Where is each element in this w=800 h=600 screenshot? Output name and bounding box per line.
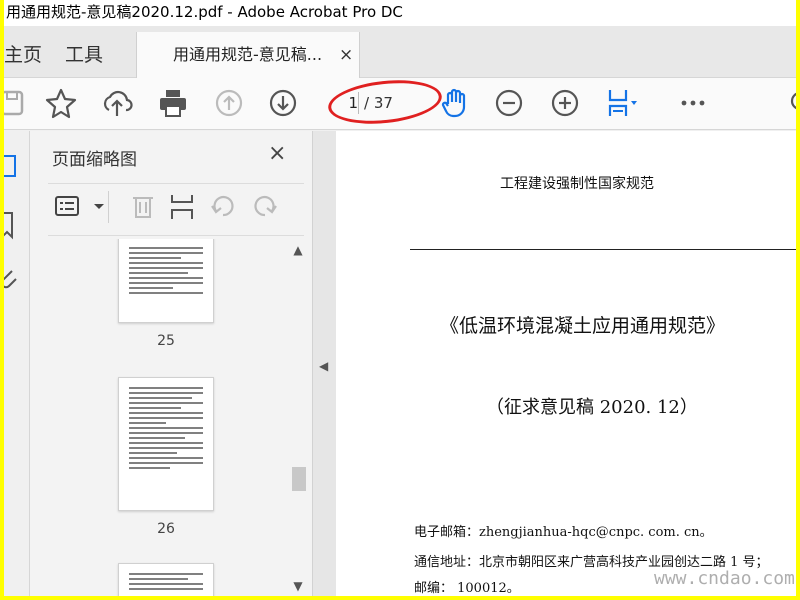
page-thumbnails-panel: 页面缩略图 × 25 26 ▲ ▼ bbox=[30, 131, 312, 596]
scroll-thumb[interactable] bbox=[292, 467, 306, 491]
document-subtitle: （征求意见稿 2020. 12） bbox=[486, 397, 698, 418]
left-navigation-rail bbox=[4, 131, 30, 596]
scroll-down-icon[interactable]: ▼ bbox=[290, 579, 306, 593]
thumbnail-list: 25 26 bbox=[30, 239, 312, 596]
rotate-left-icon[interactable] bbox=[208, 191, 238, 221]
fit-page-icon[interactable] bbox=[604, 86, 638, 120]
bookmark-nav-icon[interactable] bbox=[4, 211, 22, 241]
close-tab-button[interactable]: × bbox=[339, 32, 355, 78]
tab-document[interactable]: 用通用规范-意见稿... × bbox=[136, 32, 360, 78]
panel-title: 页面缩略图 bbox=[52, 150, 137, 170]
close-panel-button[interactable]: × bbox=[268, 141, 286, 166]
tab-tools[interactable]: 工具 bbox=[65, 40, 103, 67]
tab-home[interactable]: 主页 bbox=[4, 40, 42, 67]
trash-icon[interactable] bbox=[128, 191, 158, 221]
postcode-line: 邮编： 100012。 bbox=[414, 581, 520, 596]
thumbnail-page-number: 26 bbox=[157, 521, 175, 537]
divider bbox=[48, 235, 304, 236]
search-icon[interactable] bbox=[782, 86, 796, 120]
thumbnail-page-number: 25 bbox=[157, 333, 175, 349]
document-view: 工程建设强制性国家规范 《低温环境混凝土应用通用规范》 （征求意见稿 2020.… bbox=[336, 131, 796, 596]
document-title: 《低温环境混凝土应用通用规范》 bbox=[440, 315, 726, 337]
zoom-out-icon[interactable] bbox=[492, 86, 526, 120]
print-icon[interactable] bbox=[156, 86, 190, 120]
page-thumbnail[interactable] bbox=[118, 377, 214, 511]
window-title: 用通用规范-意见稿2020.12.pdf - Adobe Acrobat Pro… bbox=[4, 0, 796, 26]
upload-icon[interactable] bbox=[100, 86, 134, 120]
email-line: 电子邮箱：zhengjianhua-hqc@cnpc. com. cn。 bbox=[414, 525, 713, 540]
hand-icon[interactable] bbox=[438, 86, 472, 120]
panel-collapse-strip[interactable]: ◀ bbox=[312, 131, 336, 596]
watermark: www.cndao.com bbox=[654, 568, 795, 589]
main-toolbar: 1 / 37 bbox=[4, 75, 796, 130]
document-header: 工程建设强制性国家规范 bbox=[500, 176, 654, 192]
toolbar-divider bbox=[108, 191, 109, 223]
more-icon[interactable] bbox=[676, 86, 710, 120]
acrobat-window: 用通用规范-意见稿2020.12.pdf - Adobe Acrobat Pro… bbox=[4, 0, 796, 596]
header-rule bbox=[410, 249, 796, 250]
divider bbox=[48, 183, 304, 184]
zoom-in-icon[interactable] bbox=[548, 86, 582, 120]
collapse-arrow-icon[interactable]: ◀ bbox=[319, 359, 328, 373]
save-icon[interactable] bbox=[4, 86, 32, 120]
star-icon[interactable] bbox=[44, 86, 78, 120]
attachment-nav-icon[interactable] bbox=[4, 267, 22, 293]
thumbnail-toolbar bbox=[50, 191, 310, 227]
red-annotation-ellipse bbox=[326, 75, 444, 129]
tab-document-label: 用通用规范-意见稿... bbox=[173, 45, 323, 64]
tab-bar: 主页 工具 用通用规范-意见稿... × bbox=[4, 26, 796, 78]
page-thumbnail[interactable] bbox=[118, 239, 214, 323]
insert-page-icon[interactable] bbox=[168, 191, 198, 221]
thumbnail-options-icon[interactable] bbox=[54, 191, 84, 221]
page-up-icon[interactable] bbox=[212, 86, 246, 120]
scroll-up-icon[interactable]: ▲ bbox=[290, 243, 306, 257]
thumbnail-scrollbar[interactable]: ▲ ▼ bbox=[288, 239, 308, 596]
chevron-down-icon[interactable] bbox=[84, 191, 104, 221]
page-down-icon[interactable] bbox=[266, 86, 300, 120]
page-thumbnail[interactable] bbox=[118, 563, 214, 596]
page-thumbnails-nav-icon[interactable] bbox=[4, 153, 22, 181]
rotate-right-icon[interactable] bbox=[250, 191, 280, 221]
